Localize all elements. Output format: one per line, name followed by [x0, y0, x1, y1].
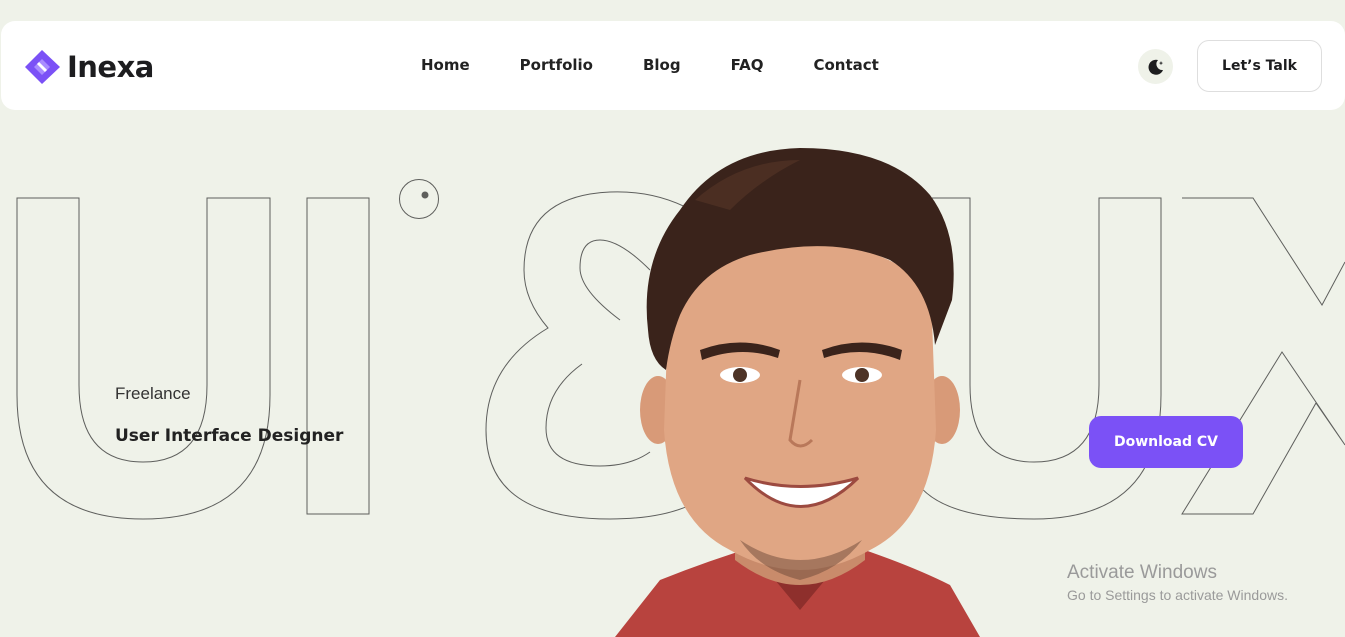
nav-portfolio[interactable]: Portfolio — [520, 55, 593, 75]
brand-logo[interactable]: Inexa — [25, 48, 154, 86]
nav-blog[interactable]: Blog — [643, 55, 681, 75]
watermark-title: Activate Windows — [1067, 562, 1217, 583]
top-header: Inexa Home Portfolio Blog FAQ Contact Le… — [1, 21, 1345, 110]
download-cv-button[interactable]: Download CV — [1089, 416, 1243, 468]
windows-activation-watermark: Activate Windows Go to Settings to activ… — [1067, 562, 1288, 606]
moon-icon — [1148, 59, 1163, 75]
hero-role: User Interface Designer — [115, 426, 344, 446]
logo-mark-icon — [25, 50, 60, 84]
nav-contact[interactable]: Contact — [813, 55, 878, 75]
lets-talk-button[interactable]: Let’s Talk — [1197, 40, 1322, 92]
theme-toggle-button[interactable] — [1138, 49, 1173, 84]
nav-faq[interactable]: FAQ — [731, 55, 764, 75]
portrait-photo — [615, 148, 980, 637]
main-nav: Home Portfolio Blog FAQ Contact — [421, 55, 929, 75]
brand-name: Inexa — [67, 50, 154, 84]
hero-subtitle: Freelance — [115, 384, 191, 403]
nav-home[interactable]: Home — [421, 55, 470, 75]
watermark-subtitle: Go to Settings to activate Windows. — [1067, 587, 1288, 603]
